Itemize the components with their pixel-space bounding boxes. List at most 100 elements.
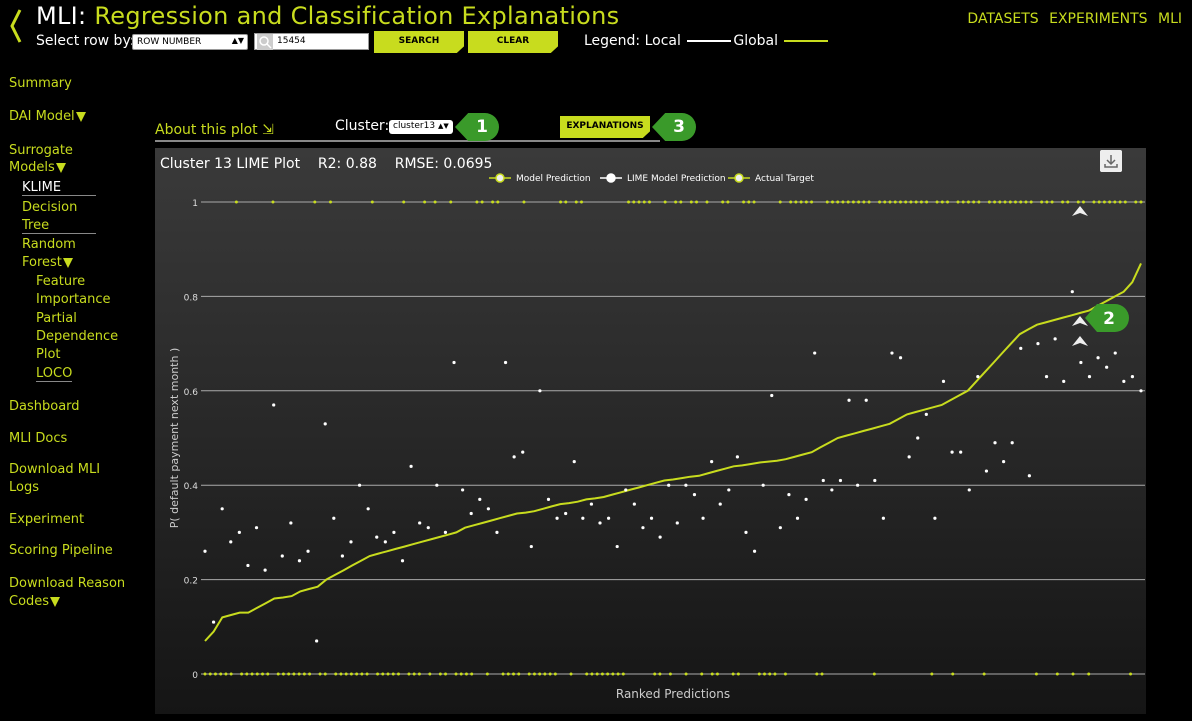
lime-prediction-point	[675, 521, 679, 525]
lime-prediction-point	[933, 516, 937, 520]
sidebar-item-label: Models	[9, 160, 55, 175]
lime-prediction-point	[1079, 360, 1083, 365]
actual-target-point	[1008, 200, 1012, 204]
actual-target-point	[1061, 200, 1065, 204]
sidebar-item-scoring-pipeline[interactable]: Scoring Pipeline	[9, 543, 113, 558]
sidebar-item-download-logs[interactable]: Download MLI Logs	[9, 462, 100, 495]
lime-prediction-point	[649, 516, 654, 520]
sidebar-item-label: Download Reason	[9, 576, 126, 591]
actual-target-point	[1066, 200, 1070, 204]
actual-target-point	[977, 200, 981, 204]
actual-target-point	[501, 672, 505, 676]
actual-target-point	[998, 200, 1002, 204]
lime-prediction-point	[667, 483, 671, 487]
search-button[interactable]: SEARCH	[374, 31, 464, 53]
actual-target-point	[491, 200, 495, 204]
sidebar-item-decision-tree[interactable]: Decision Tree	[22, 200, 96, 234]
lime-prediction-point	[246, 563, 250, 568]
actual-target-point	[1118, 200, 1122, 204]
search-input[interactable]: 15454	[254, 33, 369, 50]
actual-target-point	[396, 672, 400, 676]
sidebar-item-surrogate-models[interactable]: Surrogate Models	[9, 143, 73, 175]
actual-target-point	[281, 672, 285, 676]
nav-datasets[interactable]: DATASETS	[967, 11, 1038, 27]
explanations-button[interactable]: EXPLANATIONS	[560, 116, 650, 138]
legend-marker	[495, 173, 505, 183]
legend-label: Actual Target	[755, 174, 814, 184]
nav-experiments[interactable]: EXPERIMENTS	[1049, 11, 1147, 27]
sidebar-item-label: Download MLI	[9, 462, 101, 477]
actual-target-point	[1076, 200, 1080, 204]
actual-target-point	[574, 200, 578, 204]
actual-target-point	[512, 672, 516, 676]
pointer-arrow-icon	[1072, 336, 1088, 346]
lime-prediction-point	[838, 478, 843, 483]
actual-target-point	[841, 200, 845, 204]
lime-prediction-point	[546, 497, 551, 501]
lime-plot-panel: Cluster 13 LIME Plot R2: 0.88 RMSE: 0.06…	[155, 148, 1146, 714]
actual-target-point	[710, 672, 714, 676]
actual-target-point	[480, 200, 484, 204]
actual-target-point	[1087, 672, 1091, 676]
lime-prediction-point	[735, 455, 740, 459]
select-row-label: Select row by:	[36, 33, 135, 49]
sidebar-item-klime[interactable]: KLIME	[22, 180, 96, 196]
actual-target-point	[972, 200, 976, 204]
actual-target-point	[538, 672, 542, 676]
sidebar-item-loco[interactable]: LOCO	[36, 366, 73, 382]
nav-mli[interactable]: MLI	[1158, 11, 1182, 27]
actual-target-point	[590, 672, 594, 676]
actual-target-point	[987, 200, 991, 204]
back-chevron-icon[interactable]	[8, 6, 24, 46]
legend-label: Model Prediction	[516, 174, 591, 184]
actual-target-point	[1029, 200, 1033, 204]
actual-target-point	[245, 672, 249, 676]
lime-prediction-point	[272, 403, 276, 407]
lime-prediction-point	[1105, 365, 1109, 369]
sidebar-item-random-forest[interactable]: Random Forest	[22, 237, 76, 270]
actual-target-point	[402, 200, 406, 204]
lime-prediction-point	[881, 516, 885, 520]
actual-target-point	[423, 200, 427, 204]
sidebar-item-summary[interactable]: Summary	[9, 76, 72, 91]
actual-target-point	[647, 200, 651, 204]
actual-target-point	[1081, 200, 1085, 204]
lime-prediction-point	[323, 422, 327, 426]
actual-target-point	[846, 200, 850, 204]
legend-label: LIME Model Prediction	[627, 174, 726, 184]
actual-target-point	[789, 200, 793, 204]
model-prediction-line	[204, 262, 1142, 642]
sidebar-item-experiment[interactable]: Experiment	[9, 512, 84, 527]
actual-target-point	[1040, 200, 1044, 204]
actual-target-point	[804, 200, 808, 204]
actual-target-point	[240, 672, 244, 676]
actual-target-point	[721, 200, 725, 204]
sidebar-item-download-reason-codes[interactable]: Download Reason Codes	[9, 576, 125, 609]
sidebar-item-mli-docs[interactable]: MLI Docs	[9, 431, 67, 446]
actual-target-point	[726, 200, 730, 204]
lime-prediction-point	[400, 559, 405, 563]
y-tick-label: 0	[192, 671, 198, 681]
actual-target-point	[323, 672, 327, 676]
actual-target-point	[799, 200, 803, 204]
cluster-select[interactable]: cluster13 ▲▼	[389, 120, 453, 134]
sidebar-item-dai-model[interactable]: DAI Model	[9, 109, 86, 124]
sidebar-item-dashboard[interactable]: Dashboard	[9, 399, 80, 414]
sidebar-item-label: Codes	[9, 594, 50, 609]
lime-prediction-point	[770, 393, 774, 398]
actual-target-point	[715, 672, 719, 676]
actual-target-point	[966, 200, 970, 204]
row-select[interactable]: ROW NUMBER ▲▼	[132, 34, 248, 50]
lime-prediction-point	[555, 516, 559, 520]
actual-target-point	[1055, 672, 1059, 676]
sidebar-item-feature-importance[interactable]: Feature Importance	[36, 274, 111, 307]
clear-button[interactable]: CLEAR	[468, 31, 558, 53]
actual-target-point	[1034, 672, 1038, 676]
sidebar-item-partial-dependence[interactable]: Partial Dependence Plot	[36, 311, 118, 362]
legend-local-label: Legend: Local	[584, 33, 681, 49]
actual-target-point	[919, 200, 923, 204]
actual-target-point	[417, 672, 421, 676]
actual-target-point	[700, 672, 704, 676]
actual-target-point	[532, 672, 536, 676]
lime-prediction-point	[692, 493, 697, 497]
